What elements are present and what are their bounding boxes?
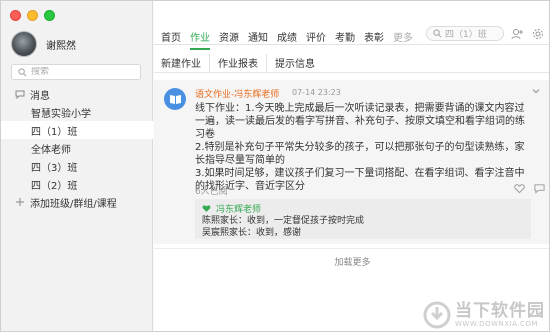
- tab-list: 首页 作业 资源 通知 成绩 评价 考勤 表彰 更多: [161, 29, 422, 50]
- book-icon: [164, 88, 186, 110]
- sidebar-item-class-4-1[interactable]: 四（1）班: [1, 121, 153, 139]
- logo-cn: 当下软件园: [455, 301, 545, 321]
- plus-icon: [16, 198, 24, 206]
- tab-notices[interactable]: 通知: [248, 29, 268, 44]
- post-time: 07-14 23:23: [292, 88, 341, 97]
- reminder-button[interactable]: 提示信息: [267, 54, 323, 72]
- app-window: 谢熙然 消息 智慧实验小学 四（1）班 全体老师: [0, 0, 550, 332]
- tab-more[interactable]: 更多: [393, 29, 413, 44]
- post-line: 2.特别是补充句子平常失分较多的孩子，可以把那张句子的句型读熟练，家长指导尽量写…: [195, 142, 525, 166]
- search-box[interactable]: [11, 64, 141, 80]
- divider: [154, 248, 549, 249]
- logo-text: 当下软件园 WWW.DOWNXIA.COM: [455, 302, 545, 328]
- load-more-button[interactable]: 加载更多: [154, 255, 549, 268]
- post-title[interactable]: 语文作业-冯东辉老师: [195, 87, 279, 100]
- sidebar-menu: 消息 智慧实验小学 四（1）班 全体老师 四（3）班 四（2）班 添加班级/群组…: [1, 85, 153, 211]
- sidebar-item-school[interactable]: 智慧实验小学: [1, 103, 153, 121]
- read-count[interactable]: 6人已阅: [195, 184, 228, 197]
- post-body: 线下作业：1.今天晚上完成最后一次听读记录表，把需要背诵的课文内容过一遍，读一读…: [195, 102, 533, 193]
- search-input[interactable]: [31, 67, 131, 77]
- sidebar-item-label: 消息: [30, 90, 50, 102]
- search-icon: [433, 29, 442, 38]
- search-icon: [18, 67, 27, 76]
- add-class-button[interactable]: 添加班级/群组/课程: [1, 193, 153, 211]
- close-window-button[interactable]: [10, 10, 21, 21]
- comment-item: 吴宸熙家长：收到，感谢: [202, 228, 302, 238]
- minimize-window-button[interactable]: [27, 10, 38, 21]
- avatar[interactable]: [11, 31, 37, 57]
- sidebar-item-label: 添加班级/群组/课程: [30, 198, 117, 210]
- logo-icon: [423, 301, 451, 329]
- tab-attendance[interactable]: 考勤: [335, 29, 355, 44]
- sidebar-item-messages[interactable]: 消息: [1, 85, 153, 103]
- heart-filled-icon: [202, 205, 211, 212]
- tab-home[interactable]: 首页: [161, 29, 181, 44]
- heart-icon[interactable]: [514, 183, 525, 194]
- homework-toolbar: 新建作业 作业报表 提示信息: [154, 53, 549, 73]
- window-controls: [10, 10, 55, 21]
- post-line: 3.如果时间足够，建议孩子们复习一下量词搭配、在看字组词、看字注音中的找形近字、…: [195, 168, 525, 192]
- class-search-field[interactable]: 四（1）班: [426, 26, 504, 41]
- message-icon: [15, 90, 25, 99]
- tab-evaluation[interactable]: 评价: [306, 29, 326, 44]
- zoom-window-button[interactable]: [44, 10, 55, 21]
- profile-name: 谢熙然: [46, 40, 76, 52]
- post-line: 线下作业：1.今天晚上完成最后一次听读记录表，把需要背诵的课文内容过一遍，读一读…: [195, 103, 525, 140]
- tab-homework[interactable]: 作业: [190, 29, 210, 50]
- sidebar-item-class-4-2[interactable]: 四（2）班: [1, 175, 153, 193]
- homework-post: 语文作业-冯东辉老师 07-14 23:23 线下作业：1.今天晚上完成最后一次…: [154, 80, 549, 244]
- sidebar: 谢熙然 消息 智慧实验小学 四（1）班 全体老师: [1, 1, 153, 331]
- main-panel: 首页 作业 资源 通知 成绩 评价 考勤 表彰 更多 四（1）班 新建作业 作业…: [154, 1, 549, 331]
- chevron-down-icon[interactable]: [531, 86, 541, 96]
- settings-icon[interactable]: [532, 28, 544, 40]
- sidebar-item-class-4-3[interactable]: 四（3）班: [1, 157, 153, 175]
- comment-icon[interactable]: [534, 183, 545, 194]
- like-name[interactable]: 冯东辉老师: [216, 202, 261, 215]
- sidebar-item-label: 四（1）班: [31, 126, 78, 138]
- user-profile[interactable]: 谢熙然: [11, 31, 76, 57]
- watermark-logo: 当下软件园 WWW.DOWNXIA.COM: [423, 301, 545, 329]
- class-search-value: 四（1）班: [445, 30, 487, 40]
- new-homework-button[interactable]: 新建作业: [154, 53, 210, 72]
- logo-en: WWW.DOWNXIA.COM: [455, 320, 538, 328]
- sidebar-item-label: 智慧实验小学: [31, 108, 91, 120]
- sidebar-item-label: 四（2）班: [31, 180, 78, 192]
- tab-bar: 首页 作业 资源 通知 成绩 评价 考勤 表彰 更多 四（1）班: [154, 1, 549, 50]
- comments-box: 冯东辉老师 陈熙家长：收到，一定督促孩子按时完成 吴宸熙家长：收到，感谢: [195, 199, 531, 239]
- comment-item: 陈熙家长：收到，一定督促孩子按时完成: [202, 216, 365, 226]
- tab-grades[interactable]: 成绩: [277, 29, 297, 44]
- homework-report-button[interactable]: 作业报表: [210, 53, 267, 72]
- sidebar-item-label: 四（3）班: [31, 162, 78, 174]
- tab-awards[interactable]: 表彰: [364, 29, 384, 44]
- sidebar-item-all-teachers[interactable]: 全体老师: [1, 139, 153, 157]
- likes-row: 冯东辉老师: [202, 202, 524, 215]
- tab-resources[interactable]: 资源: [219, 29, 239, 44]
- add-user-icon[interactable]: [511, 28, 523, 40]
- sidebar-item-label: 全体老师: [31, 144, 71, 156]
